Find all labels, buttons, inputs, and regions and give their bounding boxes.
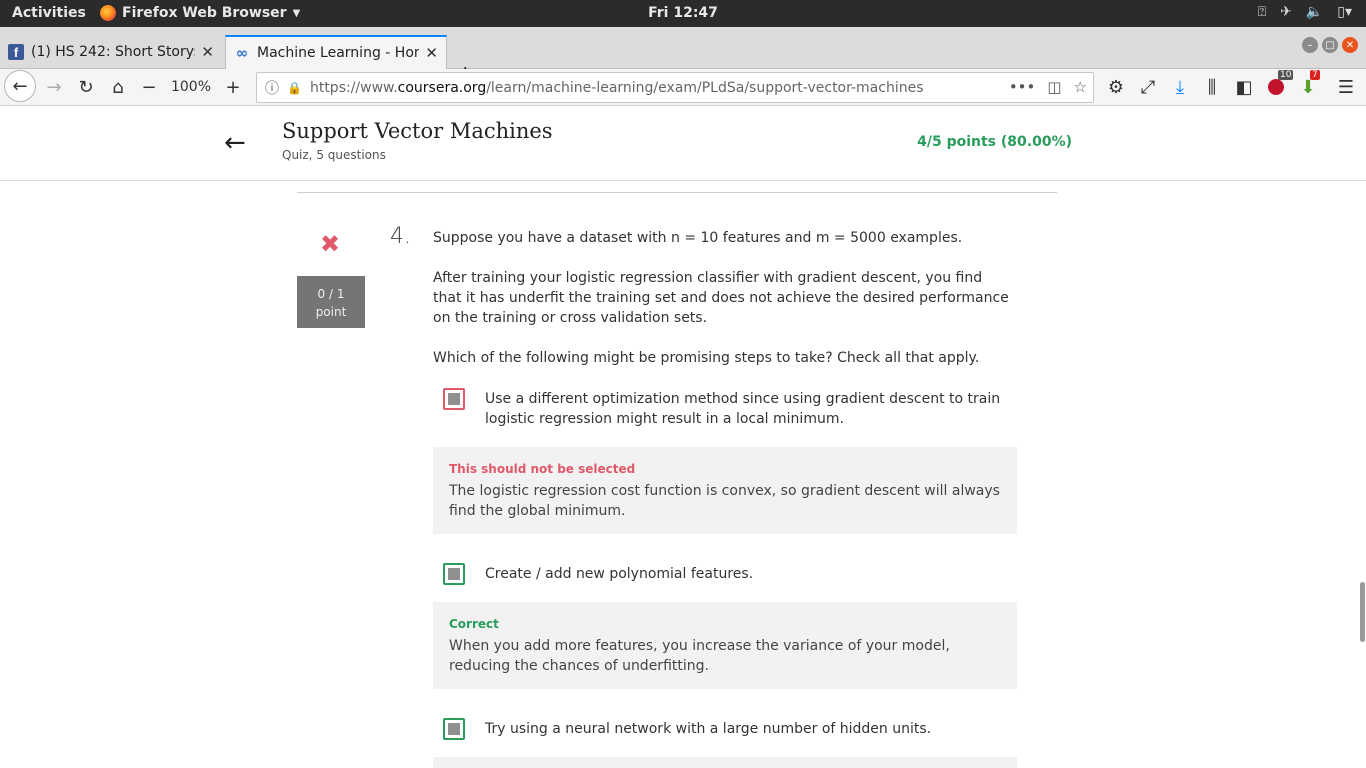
bookmark-star-icon[interactable]: ☆ [1074, 78, 1087, 96]
tab-title: (1) HS 242: Short Story: T [31, 44, 196, 60]
feedback-box: This should not be selected The logistic… [433, 447, 1017, 534]
question-text-1: Suppose you have a dataset with n = 10 f… [433, 230, 963, 246]
back-button[interactable]: ← [4, 70, 36, 102]
points-value: 0 / 1 [317, 287, 345, 301]
clock[interactable]: Fri 12:47 [0, 5, 1366, 21]
tab-hs242[interactable]: f (1) HS 242: Short Story: T ✕ [0, 35, 222, 69]
coursera-icon: ∞ [235, 44, 249, 62]
option-label: Use a different optimization method sinc… [485, 391, 1001, 427]
adblock-count: 10 [1278, 70, 1294, 80]
forward-button[interactable]: → [42, 73, 66, 101]
insecure-lock-icon[interactable]: 🔒 [287, 81, 302, 95]
url-domain: coursera.org [397, 79, 487, 96]
question-text-3: Which of the following might be promisin… [433, 350, 980, 366]
checkbox[interactable] [443, 388, 465, 410]
zoom-in-button[interactable]: + [222, 73, 244, 101]
download-helper-icon[interactable]: ⬇ 7 [1296, 70, 1320, 101]
page-title: Support Vector Machines [282, 119, 553, 143]
system-tray[interactable]: ⍰ ✈ 🔈 ▯▾ [1258, 4, 1352, 20]
maximize-icon[interactable]: □ [1322, 37, 1338, 53]
divider [297, 192, 1057, 193]
library-icon[interactable]: ⫼ [1200, 73, 1224, 101]
url-path: /learn/machine-learning/exam/PLdSa/suppo… [486, 79, 924, 96]
tab-title: Machine Learning - Home [257, 45, 420, 61]
incorrect-icon: ✖ [320, 230, 341, 258]
pocket-icon[interactable]: ◫ [1047, 78, 1061, 96]
option-label: Try using a neural network with a large … [485, 721, 932, 737]
minimize-icon[interactable]: – [1302, 37, 1318, 53]
url-bar[interactable]: ⓘ 🔒 https://www. coursera.org/learn/machi… [256, 72, 1094, 103]
close-window-icon[interactable]: ✕ [1342, 37, 1358, 53]
home-button[interactable]: ⌂ [106, 73, 130, 101]
tab-machine-learning[interactable]: ∞ Machine Learning - Home ✕ [225, 35, 447, 69]
downloads-icon[interactable]: ⤓ [1168, 73, 1192, 101]
info-icon[interactable]: ⓘ [265, 78, 279, 98]
fullscreen-icon[interactable]: ⤢ [1136, 73, 1160, 101]
close-tab-icon[interactable]: ✕ [425, 44, 438, 62]
feedback-box [433, 757, 1017, 768]
feedback-text: When you add more features, you increase… [449, 638, 950, 674]
quiz-header: ← Support Vector Machines Quiz, 5 questi… [0, 106, 1366, 181]
navigation-toolbar: ← → ↻ ⌂ − 100% + ⓘ 🔒 https://www. courser… [0, 69, 1366, 106]
gear-icon[interactable]: ⚙ [1104, 73, 1128, 101]
points-box: 0 / 1 point [297, 276, 365, 328]
adblock-icon[interactable]: 10 [1264, 70, 1294, 101]
back-arrow-icon[interactable]: ← [224, 128, 246, 158]
page-content: ← Support Vector Machines Quiz, 5 questi… [0, 106, 1366, 768]
feedback-heading: This should not be selected [449, 462, 636, 476]
question-number: 4. [390, 224, 411, 249]
points-label: point [315, 305, 347, 319]
window-controls: – □ ✕ [1302, 37, 1358, 53]
checkbox[interactable] [443, 718, 465, 740]
zoom-out-button[interactable]: − [138, 73, 160, 101]
close-tab-icon[interactable]: ✕ [201, 43, 214, 61]
volume-icon[interactable]: 🔈 [1306, 4, 1323, 20]
download-helper-count: 7 [1310, 70, 1320, 80]
scrollbar-thumb[interactable] [1360, 582, 1365, 642]
network-icon[interactable]: ⍰ [1258, 4, 1266, 20]
url-prefix: https://www. [309, 79, 398, 96]
airplane-icon[interactable]: ✈ [1280, 4, 1292, 20]
reload-button[interactable]: ↻ [74, 73, 98, 101]
system-top-bar: Activities Firefox Web Browser ▼ Fri 12:… [0, 0, 1366, 27]
feedback-box: Correct When you add more features, you … [433, 602, 1017, 689]
hamburger-menu-icon[interactable]: ☰ [1334, 73, 1358, 101]
zoom-level[interactable]: 100% [168, 73, 214, 101]
option-label: Create / add new polynomial features. [485, 566, 754, 582]
question-text-2: After training your logistic regression … [433, 270, 1009, 326]
score-summary: 4/5 points (80.00%) [917, 134, 1072, 150]
checkbox[interactable] [443, 563, 465, 585]
facebook-icon: f [8, 44, 24, 60]
battery-icon[interactable]: ▯▾ [1337, 4, 1352, 20]
tab-strip: f (1) HS 242: Short Story: T ✕ ∞ Machine… [0, 27, 1366, 87]
feedback-heading: Correct [449, 617, 499, 631]
page-actions-icon[interactable]: ••• [1009, 78, 1036, 96]
page-subtitle: Quiz, 5 questions [282, 148, 386, 162]
feedback-text: The logistic regression cost function is… [449, 483, 1000, 519]
sidebar-icon[interactable]: ◧ [1232, 73, 1256, 101]
